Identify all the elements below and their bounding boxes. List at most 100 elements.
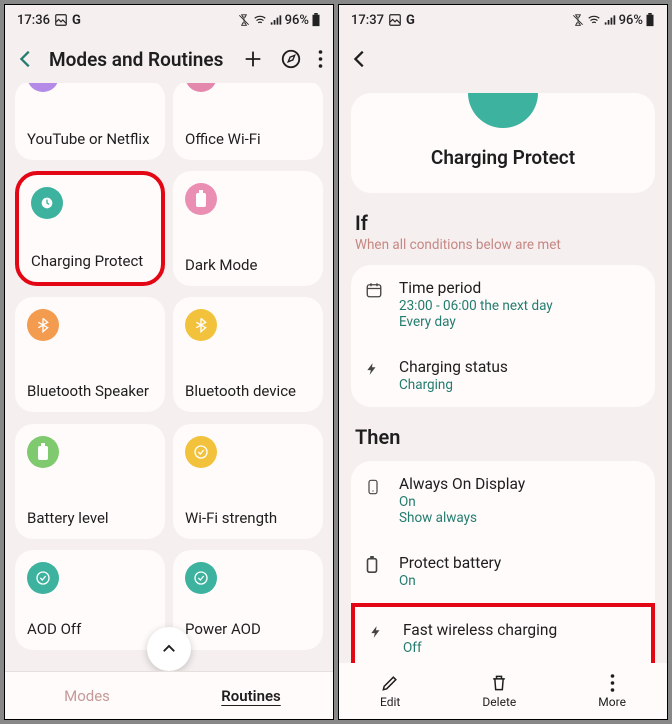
check-icon [185, 562, 217, 594]
bottom-tabs: Modes Routines [5, 671, 333, 719]
routine-card[interactable]: Bluetooth Speaker [15, 297, 165, 412]
statusbar: 17:37 G 96% [339, 5, 667, 35]
section-label: Then [355, 425, 651, 449]
item-title: Always On Display [399, 475, 641, 493]
routine-card[interactable]: Dark Mode [173, 171, 323, 286]
add-button[interactable] [242, 48, 264, 70]
bluetooth-icon [185, 309, 217, 341]
clock-icon [31, 187, 63, 219]
wifi-icon [587, 13, 601, 27]
more-button[interactable]: More [598, 673, 626, 709]
phone-left: 17:36 G 96% Modes and Routines [4, 4, 334, 720]
statusbar: 17:36 G 96% [5, 5, 333, 35]
routine-card[interactable]: Power AOD [173, 550, 323, 650]
bolt-icon [365, 360, 385, 378]
if-section-header: If When all conditions below are met [339, 193, 667, 257]
phone-right: 17:37 G 96% Charging Protect If When all… [338, 4, 668, 720]
routine-card[interactable]: Office Wi-Fi [173, 83, 323, 160]
then-section-header: Then [339, 407, 667, 453]
phone-icon [365, 477, 385, 497]
google-icon: G [72, 13, 81, 28]
routine-card[interactable]: YouTube or Netflix [15, 83, 165, 160]
battery-icon [311, 13, 321, 27]
google-icon: G [406, 13, 415, 28]
signal-icon [603, 13, 617, 27]
page-title: Modes and Routines [49, 48, 232, 71]
back-button[interactable] [15, 48, 39, 70]
image-icon [54, 13, 68, 27]
back-button[interactable] [349, 48, 373, 70]
bluetooth-icon [27, 309, 59, 341]
section-label: If [355, 211, 651, 235]
tab-routines[interactable]: Routines [169, 672, 333, 719]
battery-icon [645, 13, 655, 27]
edit-button[interactable]: Edit [380, 673, 400, 709]
btn-label: Delete [482, 695, 516, 709]
image-icon [388, 13, 402, 27]
card-title: Bluetooth Speaker [27, 382, 153, 400]
pencil-icon [380, 673, 400, 693]
battery-icon [27, 436, 59, 468]
action-item[interactable]: Always On Display On Show always [351, 461, 655, 540]
more-icon [610, 673, 615, 693]
btn-label: Edit [380, 695, 400, 709]
signal-icon [269, 13, 283, 27]
battery-text: 96% [619, 13, 643, 28]
header: Modes and Routines [5, 35, 333, 83]
delete-button[interactable]: Delete [482, 673, 516, 709]
card-title: Battery level [27, 509, 153, 527]
wifi-icon [253, 13, 267, 27]
card-title: Charging Protect [31, 252, 149, 270]
routine-card[interactable]: AOD Off [15, 550, 165, 650]
wifi-icon [185, 83, 217, 92]
check-icon [185, 436, 217, 468]
item-sub: Charging [399, 377, 641, 393]
card-title: Office Wi-Fi [185, 130, 311, 148]
battery-text: 96% [285, 13, 309, 28]
btn-label: More [598, 695, 626, 709]
item-sub: On [399, 573, 641, 589]
battery-icon [185, 183, 217, 215]
card-title: Dark Mode [185, 256, 311, 274]
bolt-icon [369, 623, 389, 641]
item-title: Charging status [399, 358, 641, 376]
item-title: Protect battery [399, 554, 641, 572]
section-sub: When all conditions below are met [355, 237, 651, 253]
item-title: Time period [399, 279, 641, 297]
clock: 17:37 [351, 13, 384, 28]
vibrate-icon [571, 13, 585, 27]
card-title: Power AOD [185, 620, 311, 638]
card-title: Bluetooth device [185, 382, 311, 400]
header [339, 35, 667, 83]
clock: 17:36 [17, 13, 50, 28]
item-sub: Off [403, 640, 637, 656]
discover-button[interactable] [280, 48, 302, 70]
card-title: YouTube or Netflix [27, 130, 153, 148]
trash-icon [489, 673, 509, 693]
more-button[interactable] [318, 49, 323, 69]
card-title: Wi-Fi strength [185, 509, 311, 527]
check-icon [27, 562, 59, 594]
actions-list: Always On Display On Show always Protect… [351, 461, 655, 674]
card-title: AOD Off [27, 620, 153, 638]
vibrate-icon [237, 13, 251, 27]
condition-item[interactable]: Time period 23:00 - 06:00 the next day E… [351, 265, 655, 344]
routine-hero: Charging Protect [351, 93, 655, 193]
condition-item[interactable]: Charging status Charging [351, 344, 655, 407]
play-icon [27, 83, 59, 92]
action-item[interactable]: Protect battery On [351, 540, 655, 603]
routine-card[interactable]: Battery level [15, 424, 165, 539]
routines-grid: YouTube or Netflix Office Wi-Fi Charging… [5, 83, 333, 653]
tab-modes[interactable]: Modes [5, 672, 169, 719]
hero-icon [468, 93, 538, 128]
routine-card[interactable]: Bluetooth device [173, 297, 323, 412]
bottom-action-bar: Edit Delete More [339, 663, 667, 719]
item-sub: 23:00 - 06:00 the next day [399, 298, 641, 314]
routine-card-charging-protect[interactable]: Charging Protect [15, 171, 165, 286]
routine-card[interactable]: Wi-Fi strength [173, 424, 323, 539]
item-sub: On [399, 494, 641, 510]
item-title: Fast wireless charging [403, 621, 637, 639]
item-sub2: Show always [399, 510, 641, 526]
scroll-up-button[interactable] [147, 627, 191, 671]
routine-title: Charging Protect [351, 146, 655, 169]
